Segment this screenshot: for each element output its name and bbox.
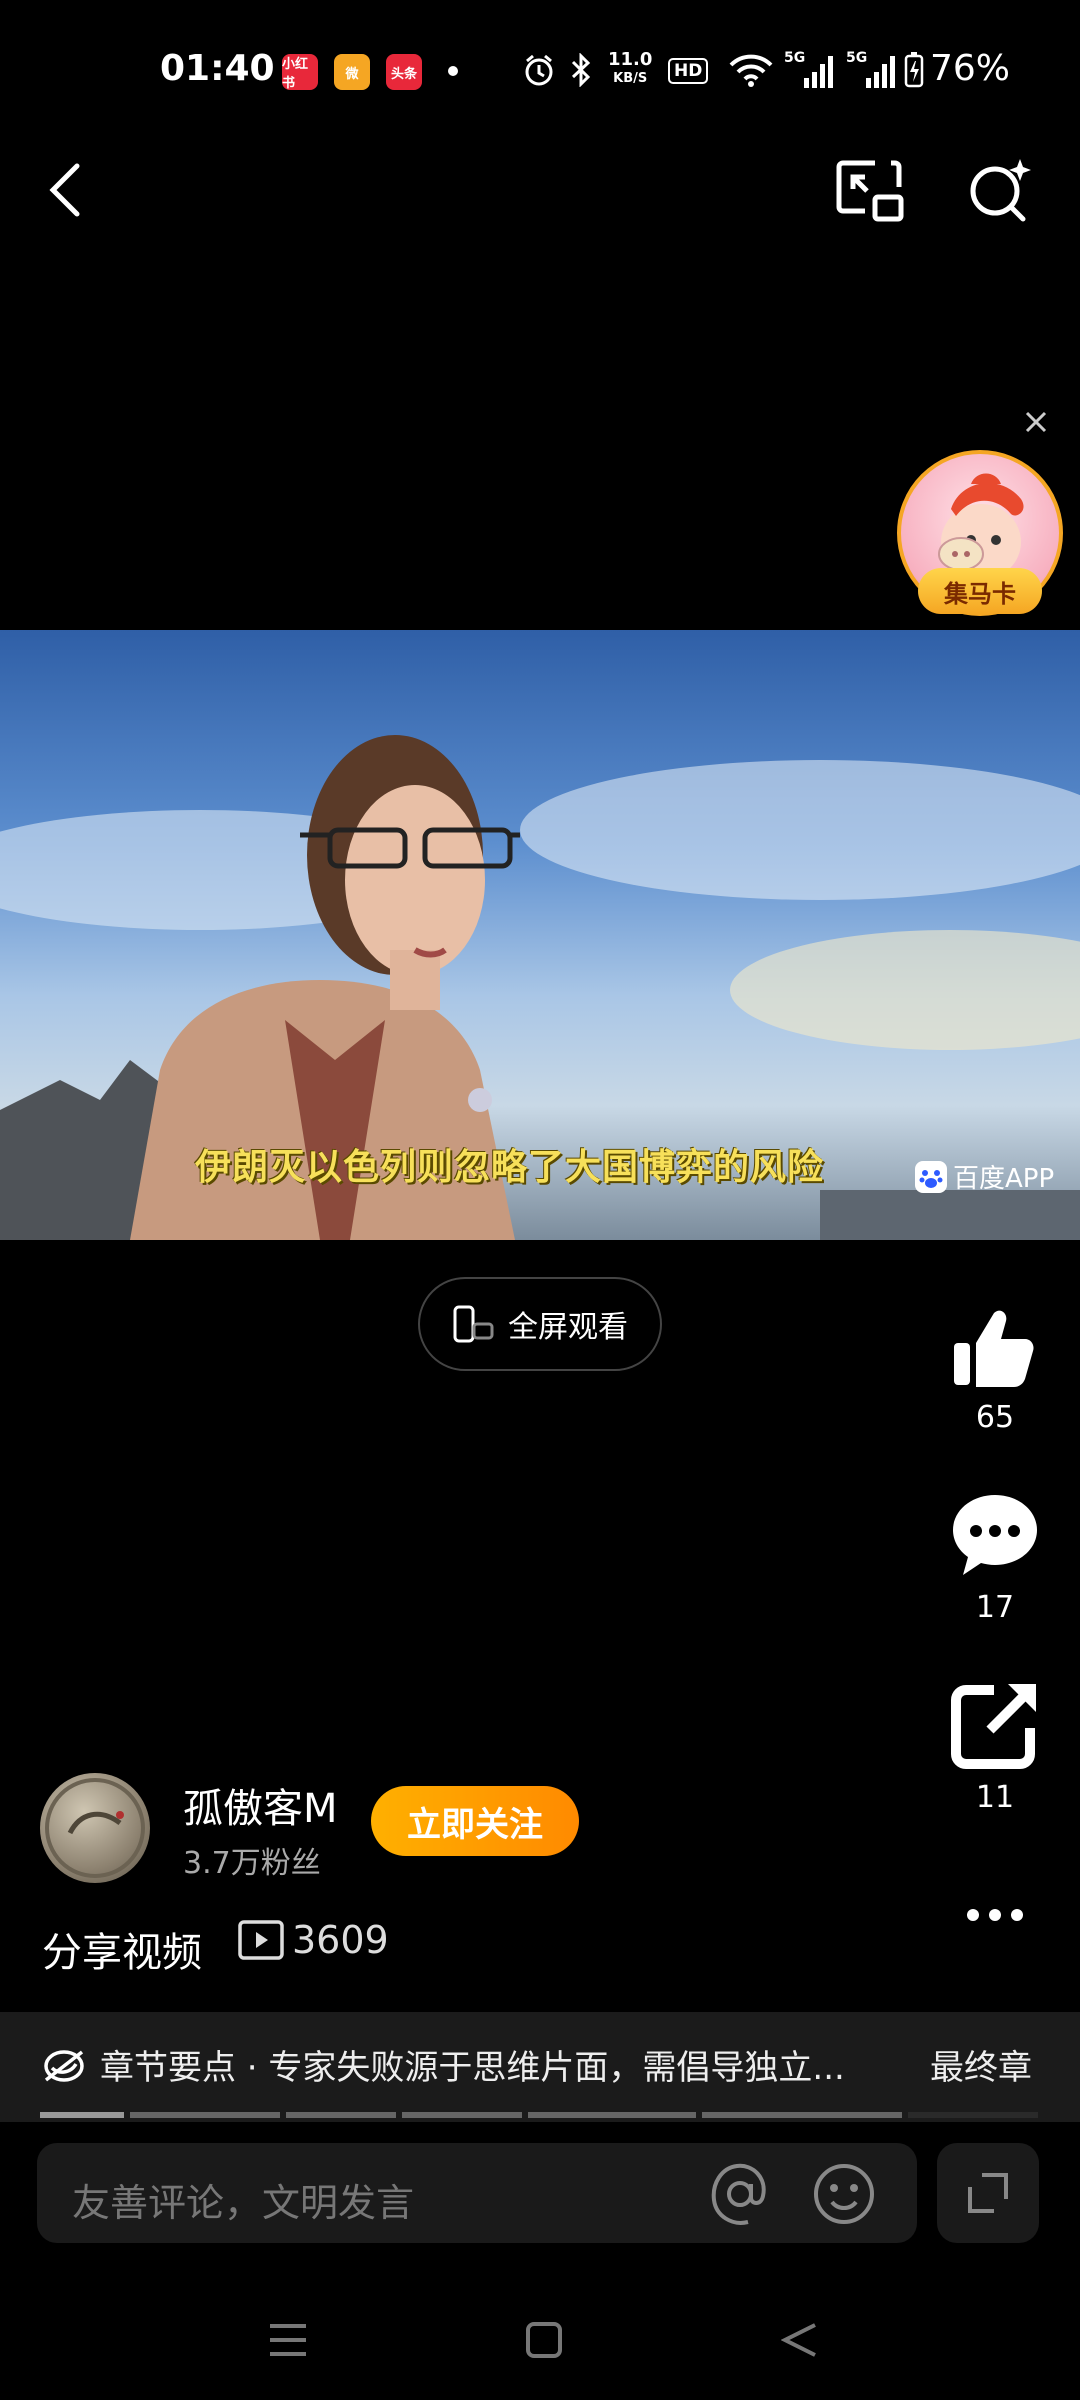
like-count: 65 <box>975 1400 1015 1435</box>
expand-icon <box>968 2173 1008 2213</box>
battery-icon <box>902 50 926 90</box>
chapter-ai-icon <box>42 2046 86 2090</box>
promo-close-button[interactable] <box>1018 404 1054 440</box>
comment-placeholder: 友善评论，文明发言 <box>72 2181 415 2225</box>
back-triangle-icon <box>781 2323 816 2357</box>
chevron-left-icon <box>49 163 80 217</box>
more-dot-icon <box>967 1909 979 1921</box>
battery-percent: 76% <box>930 48 1011 89</box>
fullscreen-button[interactable]: 全屏观看 <box>418 1277 662 1371</box>
progress-segment <box>40 2112 124 2118</box>
more-dot-icon <box>1011 1909 1023 1921</box>
status-time: 01:40 <box>160 48 275 89</box>
author-avatar[interactable] <box>40 1773 150 1883</box>
rotate-phone-icon <box>453 1305 494 1343</box>
share-count: 11 <box>975 1780 1015 1815</box>
bluetooth-icon <box>566 50 596 90</box>
back-button[interactable] <box>30 150 100 230</box>
play-count: 3609 <box>238 1918 389 1962</box>
smile-icon <box>814 2164 874 2224</box>
progress-segment <box>528 2112 696 2118</box>
menu-icon <box>270 2324 306 2356</box>
home-icon <box>526 2322 562 2358</box>
emoji-button[interactable] <box>810 2160 878 2232</box>
share-button[interactable] <box>945 1675 1045 1775</box>
hd-voice-icon: HD <box>668 58 709 84</box>
wifi-icon <box>726 50 776 90</box>
video-subtitle: 伊朗灭以色列则忽略了大国博弈的风险 <box>195 1147 825 1188</box>
comment-button[interactable] <box>945 1485 1045 1585</box>
progress-segment <box>402 2112 522 2118</box>
mention-button[interactable] <box>706 2160 774 2232</box>
progress-segment <box>908 2112 1038 2118</box>
picture-in-picture-button[interactable] <box>830 150 910 230</box>
chapter-final-link[interactable]: 最终章 <box>930 2040 1032 2089</box>
coin-image <box>45 1778 145 1878</box>
chapter-progress[interactable] <box>40 2112 1040 2118</box>
pip-icon <box>836 160 904 222</box>
progress-segment <box>702 2112 902 2118</box>
thumbs-up-icon <box>954 1310 1034 1387</box>
signal-5g-2-icon: 5G <box>846 50 896 90</box>
net-speed: 11.0 KB/S <box>608 49 653 86</box>
progress-segment <box>286 2112 396 2118</box>
author-name[interactable]: 孤傲客M <box>183 1776 338 1834</box>
post-title: 分享视频 <box>42 1930 202 1976</box>
nav-menu-button[interactable] <box>258 2310 318 2370</box>
video-watermark: 百度APP <box>915 1158 1054 1195</box>
baidu-paw-icon <box>915 1160 947 1193</box>
at-icon <box>711 2163 766 2225</box>
more-dot-icon <box>989 1909 1001 1921</box>
nav-home-button[interactable] <box>514 2310 574 2370</box>
chapter-summary[interactable]: 章节要点 · 专家失败源于思维片面，需倡导独立... <box>100 2040 880 2089</box>
like-button[interactable] <box>945 1300 1045 1400</box>
follow-button[interactable]: 立即关注 <box>371 1786 579 1856</box>
expand-comment-button[interactable] <box>937 2143 1039 2243</box>
ai-search-button[interactable] <box>960 150 1040 230</box>
promo-label: 集马卡 <box>918 568 1042 614</box>
more-options-button[interactable] <box>955 1890 1035 1940</box>
close-icon <box>1025 411 1047 433</box>
notification-dot <box>448 66 458 76</box>
search-icon <box>970 159 1031 222</box>
comment-bubble-icon <box>953 1495 1037 1575</box>
author-fans: 3.7万粉丝 <box>183 1846 321 1881</box>
progress-segment <box>130 2112 280 2118</box>
play-count-icon <box>238 1920 284 1960</box>
share-icon <box>951 1684 1036 1769</box>
xiaohongshu-icon: 小红书 <box>282 54 318 91</box>
weibo-icon: 微 <box>334 54 370 90</box>
nav-back-button[interactable] <box>770 2310 830 2370</box>
alarm-icon <box>518 50 560 90</box>
status-bar: 01:40 小红书 微 头条 11.0 KB/S HD 5G 5G 76% <box>0 0 1080 140</box>
comment-count: 17 <box>975 1590 1015 1625</box>
toutiao-icon: 头条 <box>386 54 422 90</box>
signal-5g-1-icon: 5G <box>784 50 834 90</box>
